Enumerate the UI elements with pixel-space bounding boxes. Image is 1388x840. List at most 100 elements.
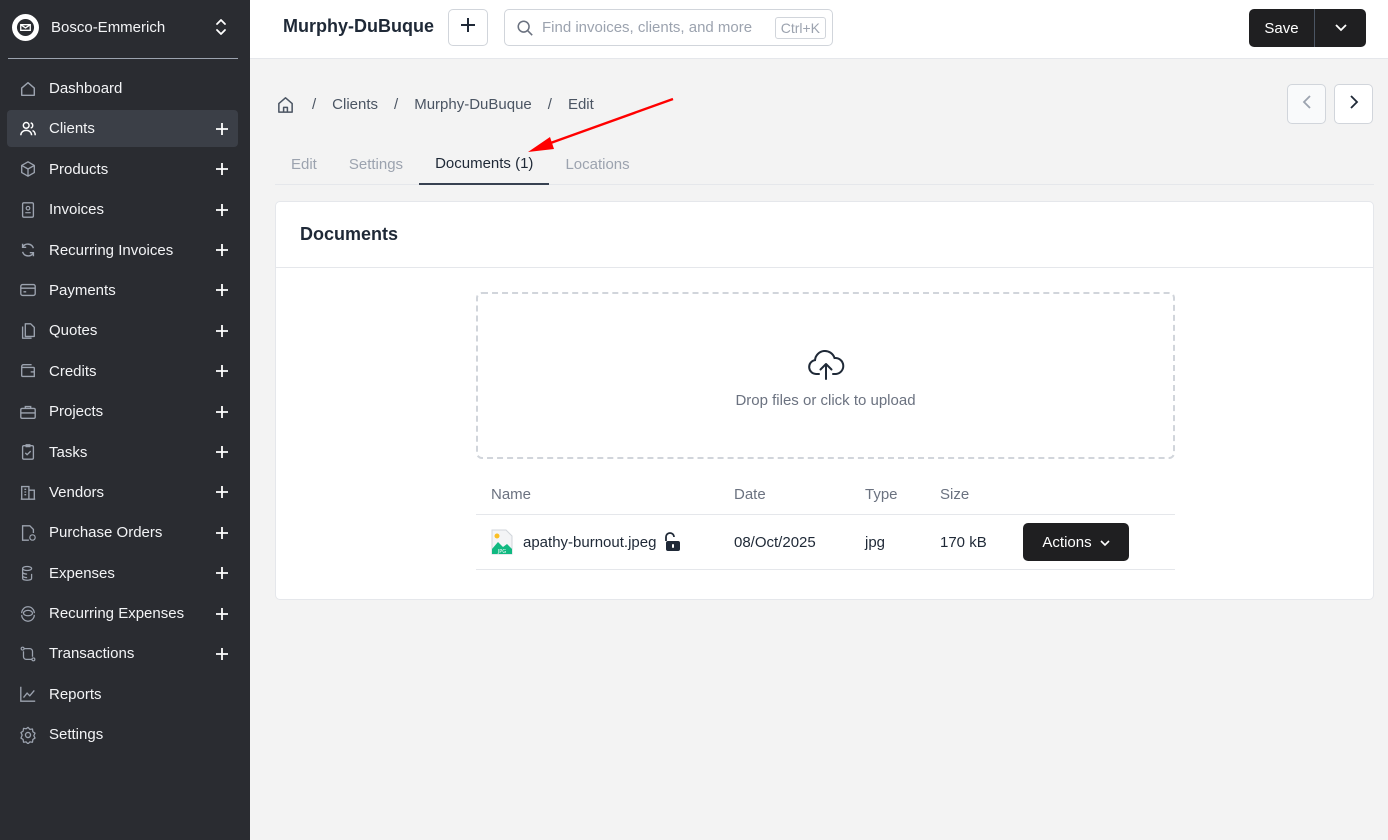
document-name-link[interactable]: apathy-burnout.jpeg (523, 534, 656, 551)
add-project-button[interactable] (206, 396, 238, 428)
briefcase-icon (18, 402, 38, 422)
sidebar-item-clients[interactable]: Clients (7, 110, 238, 148)
table-row: JPG apathy-burnout.jpeg 08/Oct/2025 jpg … (476, 515, 1175, 570)
document-type-cell: jpg (865, 533, 886, 551)
chevron-right-icon (1349, 94, 1359, 114)
sidebar: Bosco-Emmerich Dashboard Clients Product… (0, 0, 250, 840)
sidebar-item-quotes[interactable]: Quotes (7, 312, 238, 349)
actions-label: Actions (1042, 533, 1092, 551)
add-task-button[interactable] (206, 436, 238, 468)
search-placeholder: Find invoices, clients, and more (542, 19, 753, 36)
add-transaction-button[interactable] (206, 638, 238, 670)
file-type-badge: JPG (497, 549, 506, 555)
table-header: Name Date Type Size (476, 475, 1175, 515)
sidebar-item-label: Recurring Invoices (49, 241, 174, 259)
sidebar-item-recurring-invoices[interactable]: Recurring Invoices (7, 232, 238, 269)
search-input[interactable]: Find invoices, clients, and more Ctrl+K (504, 9, 833, 46)
breadcrumb-client[interactable]: Murphy-DuBuque (414, 96, 532, 113)
sidebar-nav: Dashboard Clients Products Invoices Recu… (7, 70, 238, 757)
home-icon (18, 79, 38, 99)
sidebar-item-label: Quotes (49, 322, 98, 340)
save-options-button[interactable] (1315, 9, 1366, 47)
add-product-button[interactable] (206, 153, 238, 185)
breadcrumb-separator: / (547, 95, 552, 113)
next-record-button[interactable] (1334, 84, 1373, 124)
add-credit-button[interactable] (206, 355, 238, 387)
breadcrumb-separator: / (312, 95, 317, 113)
chevron-down-icon (1100, 534, 1110, 551)
chevron-left-icon (1302, 94, 1312, 114)
wallet-icon (18, 361, 38, 381)
add-vendor-button[interactable] (206, 476, 238, 508)
sidebar-item-label: Products (49, 160, 109, 178)
actions-button[interactable]: Actions (1023, 523, 1129, 561)
save-button-group: Save (1249, 9, 1366, 47)
add-recurring-expense-button[interactable] (206, 598, 238, 630)
image-file-icon: JPG (491, 529, 513, 555)
sidebar-item-label: Settings (49, 726, 104, 744)
unlock-icon[interactable] (662, 531, 684, 553)
company-switcher[interactable]: Bosco-Emmerich (0, 0, 250, 54)
sidebar-item-projects[interactable]: Projects (7, 393, 238, 430)
plus-icon (460, 17, 476, 38)
documents-table: Name Date Type Size JPG apathy-burnout.j… (476, 475, 1175, 570)
card-divider (276, 267, 1373, 268)
sidebar-item-expenses[interactable]: Expenses (7, 555, 238, 592)
add-recurring-invoice-button[interactable] (206, 234, 238, 266)
sidebar-item-vendors[interactable]: Vendors (7, 474, 238, 511)
sidebar-item-label: Vendors (49, 483, 105, 501)
home-icon[interactable] (276, 94, 296, 114)
sidebar-item-label: Credits (49, 362, 97, 380)
sidebar-item-label: Payments (49, 281, 116, 299)
document-date-cell: 08/Oct/2025 (734, 533, 816, 551)
add-invoice-button[interactable] (206, 194, 238, 226)
add-payment-button[interactable] (206, 274, 238, 306)
sidebar-item-settings[interactable]: Settings (7, 716, 238, 753)
clipboard-check-icon (18, 442, 38, 462)
sidebar-item-payments[interactable]: Payments (7, 272, 238, 309)
breadcrumb-clients[interactable]: Clients (332, 96, 378, 113)
breadcrumb-separator: / (394, 95, 399, 113)
sidebar-item-transactions[interactable]: Transactions (7, 635, 238, 672)
previous-record-button[interactable] (1287, 84, 1326, 124)
cloud-upload-icon (807, 349, 845, 381)
quick-add-button[interactable] (448, 9, 488, 46)
credit-card-icon (18, 280, 38, 300)
page-title: Murphy-DuBuque (283, 16, 434, 36)
file-clock-icon (18, 523, 38, 543)
chart-line-icon (18, 684, 38, 704)
sidebar-item-products[interactable]: Products (7, 151, 238, 188)
chevron-up-down-icon (214, 17, 228, 37)
sidebar-divider (8, 58, 238, 59)
sidebar-item-credits[interactable]: Credits (7, 353, 238, 390)
add-client-button[interactable] (206, 113, 238, 145)
add-purchase-order-button[interactable] (206, 517, 238, 549)
document-name-cell: JPG apathy-burnout.jpeg (476, 529, 734, 555)
search-icon (516, 19, 534, 37)
sidebar-item-label: Projects (49, 403, 104, 421)
sidebar-item-invoices[interactable]: Invoices (7, 191, 238, 228)
coins-refresh-icon (18, 604, 38, 624)
coins-icon (18, 563, 38, 583)
sidebar-item-tasks[interactable]: Tasks (7, 434, 238, 471)
box-icon (18, 159, 38, 179)
sidebar-item-purchase-orders[interactable]: Purchase Orders (7, 514, 238, 551)
tab-locations[interactable]: Locations (549, 143, 645, 185)
column-header-size: Size (940, 486, 970, 503)
breadcrumb-edit[interactable]: Edit (568, 96, 594, 113)
document-size-cell: 170 kB (940, 533, 987, 551)
add-quote-button[interactable] (206, 315, 238, 347)
upload-dropzone[interactable]: Drop files or click to upload (476, 292, 1175, 459)
tab-edit[interactable]: Edit (275, 143, 333, 185)
sidebar-item-label: Tasks (49, 443, 88, 461)
gear-icon (18, 725, 38, 745)
add-expense-button[interactable] (206, 557, 238, 589)
top-bar: Murphy-DuBuque Find invoices, clients, a… (250, 0, 1388, 59)
save-button[interactable]: Save (1249, 9, 1315, 47)
sidebar-item-reports[interactable]: Reports (7, 676, 238, 713)
sidebar-item-recurring-expenses[interactable]: Recurring Expenses (7, 595, 238, 632)
tab-documents[interactable]: Documents (1) (419, 143, 550, 185)
tab-settings[interactable]: Settings (333, 143, 419, 185)
transfer-icon (18, 644, 38, 664)
sidebar-item-dashboard[interactable]: Dashboard (7, 70, 238, 107)
